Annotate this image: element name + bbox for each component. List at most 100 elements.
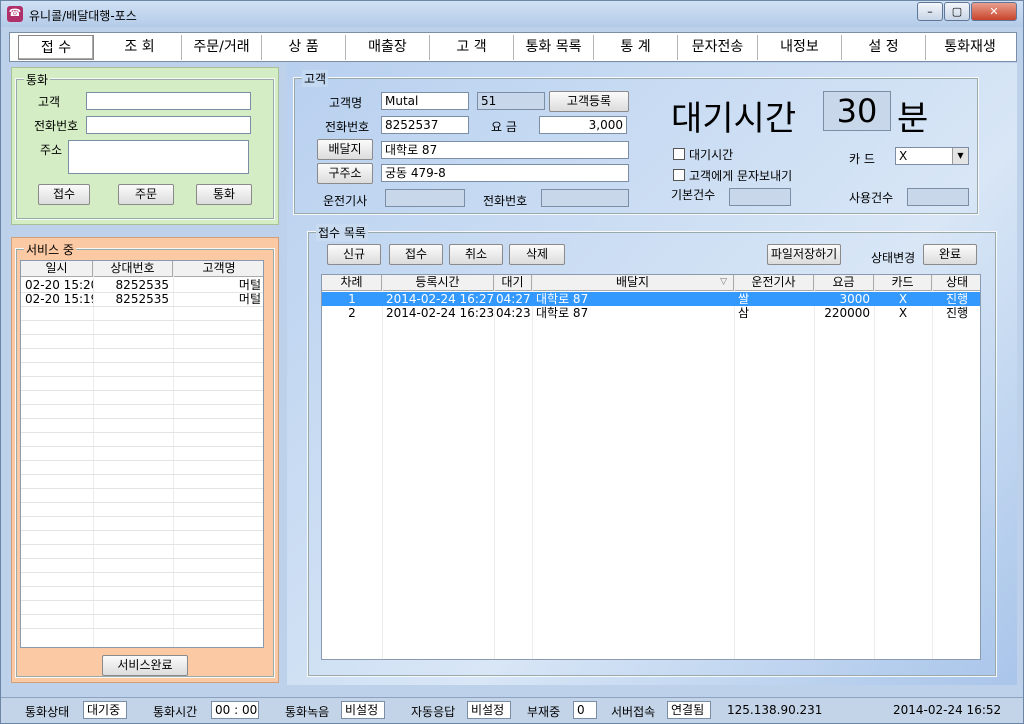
call-time-value: 00 : 00 <box>211 701 259 719</box>
order-header-card[interactable]: 카드 <box>874 275 932 291</box>
cancel-order-button[interactable]: 취소 <box>449 244 503 265</box>
service-grid-header: 일시 상대번호 고객명 <box>21 261 263 277</box>
service-header-name[interactable]: 고객명 <box>173 261 263 277</box>
service-header-number[interactable]: 상대번호 <box>93 261 173 277</box>
card-select-value: X <box>899 149 908 163</box>
table-row[interactable]: 2 2014-02-24 16:23 04:23 대학로 87 삼 220000… <box>322 306 980 320</box>
card-select[interactable]: X ▼ <box>895 147 969 165</box>
customer-name-label: 고객명 <box>329 96 363 110</box>
old-address-input[interactable]: 궁동 479-8 <box>381 164 629 182</box>
order-grid[interactable]: 차례 등록시간 대기 배달지 ▽ 운전기사 요금 카드 상태 1 2014-02… <box>321 274 981 660</box>
app-window: ☎ 유니콜/배달대행-포스 – ▢ ✕ 접 수 조 회 주문/거래 상 품 매출… <box>0 0 1024 724</box>
wait-time-checkbox-label: 대기시간 <box>689 148 734 162</box>
app-logo-icon: ☎ <box>7 6 23 22</box>
title-bar[interactable]: ☎ 유니콜/배달대행-포스 – ▢ ✕ <box>1 1 1023 27</box>
old-address-button[interactable]: 구주소 <box>317 163 373 184</box>
complete-button[interactable]: 완료 <box>923 244 977 265</box>
customer-register-button[interactable]: 고객등록 <box>549 91 629 112</box>
record-label: 통화녹음 <box>285 705 330 719</box>
order-header-time[interactable]: 등록시간 <box>382 275 494 291</box>
server-value: 연결됨 <box>667 701 711 719</box>
service-group-label: 서비스 중 <box>24 241 76 258</box>
tab-order[interactable]: 주문/거래 <box>182 35 262 60</box>
service-header-time[interactable]: 일시 <box>21 261 93 277</box>
tab-stats[interactable]: 통 계 <box>594 35 678 60</box>
call-state-label: 통화상태 <box>25 705 70 719</box>
close-button[interactable]: ✕ <box>971 2 1017 21</box>
tab-settings[interactable]: 설 정 <box>842 35 926 60</box>
driver-field <box>385 189 465 207</box>
customer-phone-input[interactable]: 8252537 <box>381 116 469 134</box>
auto-answer-value: 비설정 <box>467 701 511 719</box>
customer-input[interactable] <box>86 92 251 110</box>
call-time-label: 통화시간 <box>153 705 198 719</box>
card-label: 카 드 <box>849 152 875 166</box>
customer-name-input[interactable]: Mutal <box>381 92 469 110</box>
tab-lookup[interactable]: 조 회 <box>98 35 182 60</box>
chevron-down-icon[interactable]: ▼ <box>952 148 968 164</box>
record-value: 비설정 <box>341 701 385 719</box>
fee-input[interactable]: 3,000 <box>539 116 627 134</box>
destination-button[interactable]: 배달지 <box>317 139 373 160</box>
order-group-label: 접수 목록 <box>316 224 368 241</box>
order-grid-header: 차례 등록시간 대기 배달지 ▽ 운전기사 요금 카드 상태 <box>322 275 980 291</box>
customer-group-label: 고객 <box>302 70 329 87</box>
call-state-value: 대기중 <box>83 701 127 719</box>
customer-label: 고객 <box>38 95 61 109</box>
customer-code-field: 51 <box>477 92 545 110</box>
tab-myinfo[interactable]: 내정보 <box>758 35 842 60</box>
tab-receive[interactable]: 접 수 <box>18 35 94 60</box>
wait-time-checkbox[interactable] <box>673 148 685 160</box>
absent-label: 부재중 <box>527 705 561 719</box>
status-datetime: 2014-02-24 16:52 <box>893 703 1002 717</box>
customer-phone-label: 전화번호 <box>325 120 370 134</box>
base-count-field <box>729 188 791 206</box>
auto-answer-label: 자동응답 <box>411 705 456 719</box>
order-header-fee[interactable]: 요금 <box>814 275 874 291</box>
call-order-button[interactable]: 주문 <box>118 184 174 205</box>
used-count-field <box>907 188 969 206</box>
order-header-dest[interactable]: 배달지 ▽ <box>532 275 734 291</box>
address-input[interactable] <box>68 140 249 174</box>
state-change-label: 상태변경 <box>871 251 916 265</box>
receive-order-button[interactable]: 접수 <box>389 244 443 265</box>
order-header-seq[interactable]: 차례 <box>322 275 382 291</box>
service-grid[interactable]: 일시 상대번호 고객명 02-20 15:20 8252535 머털 02-20… <box>20 260 264 648</box>
save-file-button[interactable]: 파일저장하기 <box>767 244 841 265</box>
new-order-button[interactable]: 신규 <box>327 244 381 265</box>
maximize-button[interactable]: ▢ <box>944 2 970 21</box>
sort-arrow-icon: ▽ <box>720 277 727 287</box>
order-header-driver[interactable]: 운전기사 <box>734 275 814 291</box>
minimize-button[interactable]: – <box>917 2 943 21</box>
window-title: 유니콜/배달대행-포스 <box>29 9 137 23</box>
tab-product[interactable]: 상 품 <box>262 35 346 60</box>
order-header-state[interactable]: 상태 <box>932 275 980 291</box>
tab-call-list[interactable]: 통화 목록 <box>514 35 594 60</box>
status-bar: 통화상태 대기중 통화시간 00 : 00 통화녹음 비설정 자동응답 비설정 … <box>1 697 1023 723</box>
wait-time-unit: 분 <box>897 99 929 139</box>
service-complete-button[interactable]: 서비스완료 <box>102 655 188 676</box>
destination-input[interactable]: 대학로 87 <box>381 141 629 159</box>
main-tabs: 접 수 조 회 주문/거래 상 품 매출장 고 객 통화 목록 통 계 문자전송… <box>9 32 1017 62</box>
tab-customer[interactable]: 고 객 <box>430 35 514 60</box>
phone-label: 전화번호 <box>34 119 79 133</box>
used-count-label: 사용건수 <box>849 191 894 205</box>
phone-input[interactable] <box>86 116 251 134</box>
call-panel: 통화 고객 전화번호 주소 접수 주문 통화 <box>11 67 279 225</box>
service-panel: 서비스 중 일시 상대번호 고객명 02-20 15:20 8252535 머털… <box>11 237 279 683</box>
call-call-button[interactable]: 통화 <box>196 184 252 205</box>
main-panel: 고객 고객명 Mutal 51 고객등록 전화번호 8252537 요 금 3,… <box>287 63 1017 685</box>
base-count-label: 기본건수 <box>671 188 716 202</box>
tab-playback[interactable]: 통화재생 <box>926 35 1014 60</box>
wait-time-value[interactable]: 30 <box>823 91 891 131</box>
absent-value: 0 <box>573 701 597 719</box>
order-header-wait[interactable]: 대기 <box>494 275 532 291</box>
table-row[interactable]: 1 2014-02-24 16:27 04:27 대학로 87 쌀 3000 X… <box>322 292 980 306</box>
sms-checkbox[interactable] <box>673 169 685 181</box>
tab-sales[interactable]: 매출장 <box>346 35 430 60</box>
fee-label: 요 금 <box>491 120 517 134</box>
delete-order-button[interactable]: 삭제 <box>509 244 565 265</box>
tab-sms[interactable]: 문자전송 <box>678 35 758 60</box>
server-ip: 125.138.90.231 <box>727 703 823 717</box>
call-receive-button[interactable]: 접수 <box>38 184 90 205</box>
